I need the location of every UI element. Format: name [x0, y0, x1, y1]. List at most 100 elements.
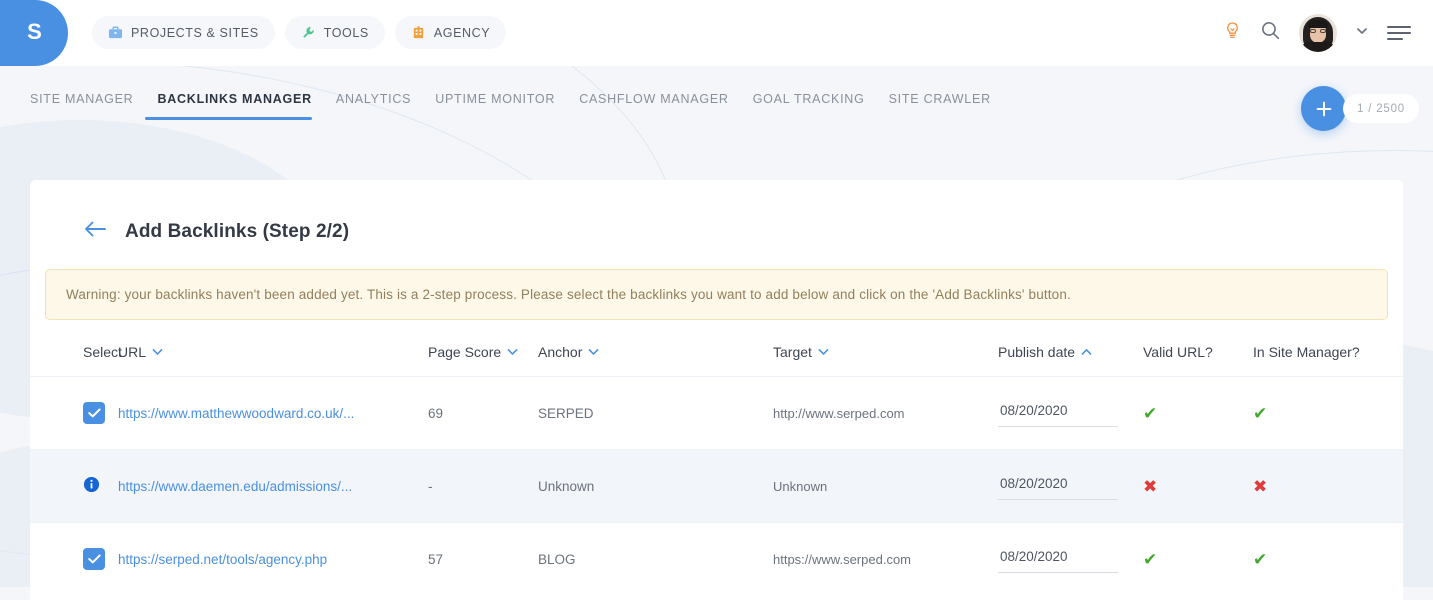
backlink-url-link[interactable]: https://www.matthewwoodward.co.uk/...: [118, 406, 354, 421]
table-header: Select URL Page Score: [30, 320, 1403, 377]
column-label: URL: [118, 344, 146, 360]
column-label: Page Score: [428, 344, 501, 360]
column-header-select: Select: [30, 320, 118, 377]
cell-target: Unknown: [773, 450, 998, 523]
cell-valid-url: ✔: [1143, 523, 1253, 596]
cell-anchor: Unknown: [538, 450, 773, 523]
cell-url: https://www.daemen.edu/admissions/...: [118, 450, 428, 523]
row-checkbox[interactable]: [83, 548, 105, 570]
nav-pill-label: AGENCY: [434, 26, 490, 40]
cell-anchor: SERPED: [538, 377, 773, 450]
nav-pill-label: TOOLS: [324, 26, 369, 40]
column-header-publish-date[interactable]: Publish date: [998, 320, 1143, 377]
valid-url-cross-icon: ✖: [1143, 477, 1157, 496]
backlinks-table: Select URL Page Score: [30, 320, 1403, 595]
warning-banner: Warning: your backlinks haven't been add…: [45, 269, 1388, 320]
avatar-glasses-left: [1310, 29, 1316, 33]
tab-backlinks-manager[interactable]: BACKLINKS MANAGER: [145, 92, 323, 120]
add-backlink-button[interactable]: [1301, 86, 1346, 131]
chevron-down-icon: [818, 348, 829, 356]
tab-cashflow-manager[interactable]: CASHFLOW MANAGER: [567, 92, 741, 120]
chevron-down-icon: [588, 348, 599, 356]
quota-counter[interactable]: 1 / 2500: [1343, 94, 1419, 123]
cell-select: [30, 377, 118, 450]
topbar-actions: [1223, 0, 1411, 66]
column-header-valid-url: Valid URL?: [1143, 320, 1253, 377]
valid-url-check-icon: ✔: [1143, 404, 1157, 423]
section-tabs: SITE MANAGER BACKLINKS MANAGER ANALYTICS…: [30, 92, 1003, 120]
column-header-url[interactable]: URL: [118, 320, 428, 377]
table-row: https://www.matthewwoodward.co.uk/... 69…: [30, 377, 1403, 450]
table-row: https://www.daemen.edu/admissions/... - …: [30, 450, 1403, 523]
back-arrow-icon[interactable]: [83, 220, 107, 243]
column-header-page-score[interactable]: Page Score: [428, 320, 538, 377]
page-title: Add Backlinks (Step 2/2): [125, 221, 349, 243]
avatar-glasses-right: [1320, 29, 1326, 33]
hamburger-bar: [1387, 32, 1411, 34]
backlink-url-link[interactable]: https://www.daemen.edu/admissions/...: [118, 479, 352, 494]
cell-page-score: -: [428, 450, 538, 523]
row-checkbox[interactable]: [83, 402, 105, 424]
cell-select: [30, 450, 118, 523]
cell-target: https://www.serped.com: [773, 523, 998, 596]
avatar-fringe: [1308, 20, 1328, 28]
cell-target: http://www.serped.com: [773, 377, 998, 450]
column-label: In Site Manager?: [1253, 344, 1360, 360]
check-icon: [88, 554, 101, 564]
cell-in-site-manager: ✖: [1253, 450, 1403, 523]
lightbulb-icon[interactable]: [1223, 21, 1242, 45]
app-logo[interactable]: S: [0, 0, 68, 66]
publish-date-input[interactable]: [998, 399, 1118, 427]
cell-valid-url: ✖: [1143, 450, 1253, 523]
chevron-down-icon: [507, 348, 518, 356]
chevron-down-icon[interactable]: [1355, 24, 1369, 43]
table-body: https://www.matthewwoodward.co.uk/... 69…: [30, 377, 1403, 596]
card-header: Add Backlinks (Step 2/2): [30, 180, 1403, 243]
backlink-url-link[interactable]: https://serped.net/tools/agency.php: [118, 552, 327, 567]
avatar-shoulders: [1301, 42, 1335, 52]
add-backlinks-card: Add Backlinks (Step 2/2) Warning: your b…: [30, 180, 1403, 600]
info-icon[interactable]: [83, 476, 100, 496]
in-site-manager-check-icon: ✔: [1253, 404, 1267, 423]
column-label: Anchor: [538, 344, 582, 360]
hamburger-bar: [1387, 38, 1403, 40]
briefcase-icon: [108, 25, 123, 40]
cell-publish-date: [998, 450, 1143, 523]
check-icon: [88, 408, 101, 418]
column-label: Select: [83, 344, 122, 360]
tab-site-manager[interactable]: SITE MANAGER: [30, 92, 145, 120]
tab-site-crawler[interactable]: SITE CRAWLER: [877, 92, 1003, 120]
publish-date-input[interactable]: [998, 472, 1118, 500]
nav-pill-tools[interactable]: TOOLS: [285, 16, 385, 49]
tab-goal-tracking[interactable]: GOAL TRACKING: [741, 92, 877, 120]
cell-page-score: 69: [428, 377, 538, 450]
avatar[interactable]: [1299, 14, 1337, 52]
column-header-anchor[interactable]: Anchor: [538, 320, 773, 377]
chevron-down-icon: [152, 348, 163, 356]
cell-url: https://www.matthewwoodward.co.uk/...: [118, 377, 428, 450]
cell-in-site-manager: ✔: [1253, 523, 1403, 596]
column-header-target[interactable]: Target: [773, 320, 998, 377]
cell-in-site-manager: ✔: [1253, 377, 1403, 450]
primary-nav-pills: PROJECTS & SITES TOOLS AG: [92, 16, 506, 49]
wrench-icon: [301, 25, 316, 40]
publish-date-input[interactable]: [998, 545, 1118, 573]
search-icon[interactable]: [1260, 20, 1281, 46]
valid-url-check-icon: ✔: [1143, 550, 1157, 569]
cell-anchor: BLOG: [538, 523, 773, 596]
table-header-row: Select URL Page Score: [30, 320, 1403, 377]
plus-icon: [1315, 100, 1333, 118]
section-tabs-bar: SITE MANAGER BACKLINKS MANAGER ANALYTICS…: [0, 66, 1433, 140]
cell-valid-url: ✔: [1143, 377, 1253, 450]
tab-uptime-monitor[interactable]: UPTIME MONITOR: [423, 92, 567, 120]
table-row: https://serped.net/tools/agency.php 57 B…: [30, 523, 1403, 596]
cell-publish-date: [998, 377, 1143, 450]
tab-analytics[interactable]: ANALYTICS: [324, 92, 423, 120]
nav-pill-projects-sites[interactable]: PROJECTS & SITES: [92, 16, 275, 49]
building-icon: [411, 25, 426, 40]
cell-select: [30, 523, 118, 596]
hamburger-menu-icon[interactable]: [1387, 26, 1411, 40]
nav-pill-agency[interactable]: AGENCY: [395, 16, 506, 49]
cell-page-score: 57: [428, 523, 538, 596]
chevron-up-icon: [1081, 348, 1092, 356]
